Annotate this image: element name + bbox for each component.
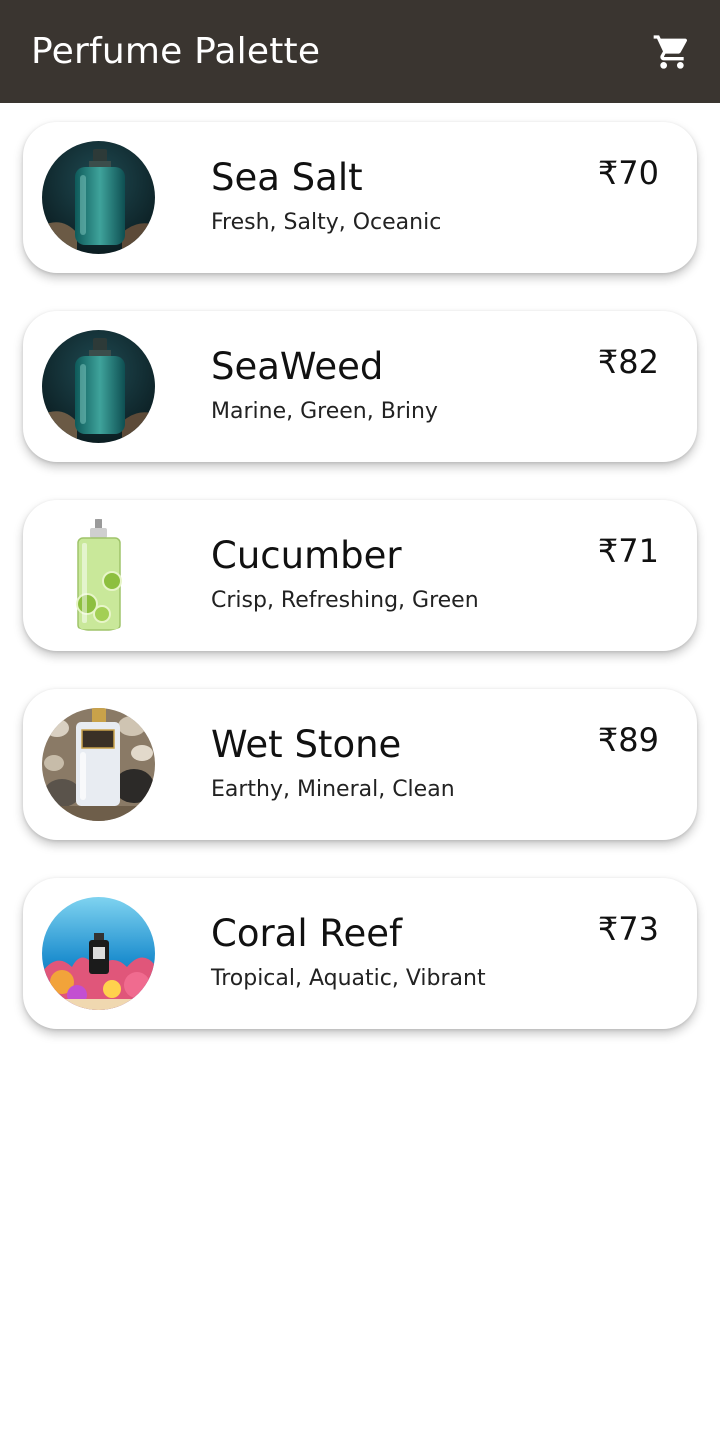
product-notes: Tropical, Aquatic, Vibrant (211, 966, 486, 991)
product-image (42, 708, 155, 821)
product-price: ₹89 (597, 721, 659, 759)
product-name: Cucumber (211, 534, 402, 577)
product-list: Sea Salt Fresh, Salty, Oceanic ₹70 SeaWe… (23, 122, 697, 1067)
product-notes: Marine, Green, Briny (211, 399, 438, 424)
product-notes: Crisp, Refreshing, Green (211, 588, 479, 613)
app-title: Perfume Palette (31, 31, 321, 72)
product-name: Wet Stone (211, 723, 402, 766)
product-card[interactable]: Sea Salt Fresh, Salty, Oceanic ₹70 (23, 122, 697, 273)
product-price: ₹82 (597, 343, 659, 381)
product-image (42, 330, 155, 443)
product-card[interactable]: SeaWeed Marine, Green, Briny ₹82 (23, 311, 697, 462)
shopping-cart-icon[interactable] (650, 30, 694, 74)
product-notes: Fresh, Salty, Oceanic (211, 210, 442, 235)
product-name: Sea Salt (211, 156, 363, 199)
product-price: ₹73 (597, 910, 659, 948)
product-card[interactable]: Wet Stone Earthy, Mineral, Clean ₹89 (23, 689, 697, 840)
product-image (42, 519, 155, 632)
product-price: ₹70 (597, 154, 659, 192)
product-image (42, 141, 155, 254)
product-notes: Earthy, Mineral, Clean (211, 777, 455, 802)
product-card[interactable]: Coral Reef Tropical, Aquatic, Vibrant ₹7… (23, 878, 697, 1029)
app-bar: Perfume Palette (0, 0, 720, 103)
product-card[interactable]: Cucumber Crisp, Refreshing, Green ₹71 (23, 500, 697, 651)
product-name: Coral Reef (211, 912, 402, 955)
product-name: SeaWeed (211, 345, 384, 388)
product-price: ₹71 (597, 532, 659, 570)
product-image (42, 897, 155, 1010)
